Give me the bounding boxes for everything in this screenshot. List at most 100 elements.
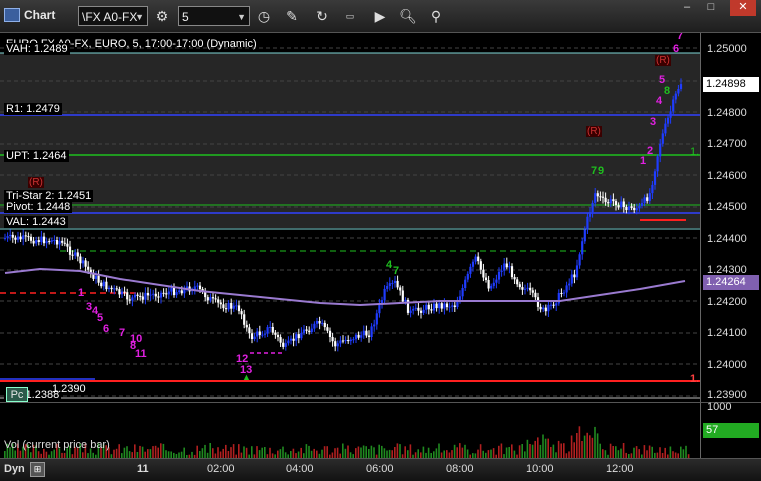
price-bar-body xyxy=(534,292,537,298)
price-bar-body xyxy=(279,337,282,343)
clock-icon[interactable]: ◷ xyxy=(254,6,274,26)
price-bar-body xyxy=(198,285,202,289)
price-bar-body xyxy=(105,281,108,290)
price-bar-body xyxy=(393,280,397,283)
price-bar-body xyxy=(235,305,238,307)
price-bar-body xyxy=(149,294,152,296)
play-icon[interactable]: ▶ xyxy=(370,6,390,26)
symbol-combo[interactable]: \FX A0-FX ▼ xyxy=(78,6,148,26)
price-bar-body xyxy=(469,266,472,274)
price-bar-body xyxy=(159,292,163,298)
price-bar-body xyxy=(107,287,111,290)
price-bar-body xyxy=(214,298,217,300)
volume-bar xyxy=(570,435,573,459)
time-label: 11 xyxy=(137,463,149,475)
price-bar-body xyxy=(367,335,371,337)
price-bar-body xyxy=(440,303,443,309)
price-bar-body xyxy=(466,273,469,280)
price-bar-body xyxy=(50,240,53,242)
price-bar-body xyxy=(679,84,683,89)
price-bar-body xyxy=(334,341,337,347)
price-bar-body xyxy=(230,303,233,309)
price-bar-body xyxy=(42,236,46,244)
chevron-down-icon: ▼ xyxy=(135,12,144,22)
volume-bar xyxy=(591,437,594,459)
minimize-button[interactable]: – xyxy=(676,0,698,16)
price-bar-body xyxy=(378,304,381,314)
price-bar-body xyxy=(352,339,355,341)
level-label-upt: UPT: 1.2464 xyxy=(4,150,69,162)
count-label: 4 xyxy=(656,95,663,107)
pencil-icon[interactable]: ✎ xyxy=(282,6,302,26)
price-bar-body xyxy=(640,203,644,206)
price-bar-body xyxy=(430,309,433,311)
price-bar-body xyxy=(53,240,56,241)
maximize-button[interactable]: □ xyxy=(700,0,722,16)
price-bar-body xyxy=(544,307,547,312)
pc-badge[interactable]: Pc xyxy=(6,387,28,402)
price-bar-body xyxy=(131,297,134,301)
price-bar-body xyxy=(471,261,475,267)
price-bar-body xyxy=(552,304,555,306)
magnify-icon[interactable]: 🔍︎ xyxy=(398,6,418,26)
volume-bar xyxy=(581,441,583,459)
close-button[interactable]: ✕ xyxy=(730,0,756,16)
price-bar-body xyxy=(9,234,12,237)
volume-scale-top: 1000 xyxy=(707,401,732,413)
price-bar-body xyxy=(232,305,235,309)
price-bar-body xyxy=(464,279,467,288)
price-bar-body xyxy=(669,111,672,118)
count-label: 2 xyxy=(647,145,654,157)
price-bar-body xyxy=(505,263,508,268)
volume-bar xyxy=(544,438,547,459)
lock-icon[interactable]: ⊞ xyxy=(30,462,45,477)
price-pane[interactable]: EURO FX A0-FX, EURO, 5, 17:00-17:00 (Dyn… xyxy=(0,33,700,402)
y-tick: 1.24100 xyxy=(707,327,747,339)
price-axis[interactable]: 1.25000 1.24800 1.24700 1.24600 1.24500 … xyxy=(700,33,761,402)
price-bar-body xyxy=(81,260,85,264)
price-bar-body xyxy=(417,307,420,311)
link-icon[interactable]: ⚲ xyxy=(426,6,446,26)
refresh-icon[interactable]: ↻ xyxy=(312,6,332,26)
price-bar-body xyxy=(638,205,641,209)
price-bar-body xyxy=(16,236,20,240)
price-bar-body xyxy=(427,304,430,310)
price-bar-body xyxy=(175,292,178,296)
price-bar-body xyxy=(586,216,589,230)
price-bar-body xyxy=(575,265,579,278)
price-bar-body xyxy=(357,334,360,338)
price-bar-body xyxy=(591,202,594,213)
price-bar-body xyxy=(141,296,144,300)
time-axis[interactable]: Dyn ⊞ 11 02:00 04:00 06:00 08:00 10:00 1… xyxy=(0,458,761,481)
price-bar-body xyxy=(432,303,436,311)
price-bar-body xyxy=(222,304,225,309)
count-label: 7 xyxy=(119,327,126,339)
price-bar-body xyxy=(300,332,303,339)
price-bar-body xyxy=(570,274,573,284)
price-bar-body xyxy=(253,336,256,339)
price-bar-body xyxy=(263,333,267,335)
price-bar-body xyxy=(97,275,100,283)
price-bar-body xyxy=(328,330,332,337)
price-bar-body xyxy=(292,338,295,341)
dynamic-mode-label: Dyn xyxy=(4,463,25,475)
price-bar-body xyxy=(646,197,649,201)
y-tick: 1.23900 xyxy=(707,389,747,401)
price-bar-body xyxy=(323,322,326,328)
volume-bar xyxy=(547,438,549,459)
price-bar-body xyxy=(178,290,181,293)
price-bar-body xyxy=(282,342,285,347)
interval-combo[interactable]: 5 ▼ xyxy=(178,6,250,26)
price-bar-body xyxy=(451,305,454,307)
volume-bar xyxy=(542,434,544,459)
count-label: 6 xyxy=(103,323,110,335)
volume-bar xyxy=(409,444,412,459)
settings-gear-icon[interactable]: ⚙ xyxy=(152,6,172,26)
price-bar-body xyxy=(206,297,209,301)
price-bar-body xyxy=(622,201,625,207)
quote-icon[interactable]: ▭ xyxy=(340,6,360,26)
price-bar-body xyxy=(154,293,157,297)
price-bar-body xyxy=(484,277,488,280)
price-bar-body xyxy=(461,288,464,297)
price-bar-body xyxy=(128,299,131,301)
